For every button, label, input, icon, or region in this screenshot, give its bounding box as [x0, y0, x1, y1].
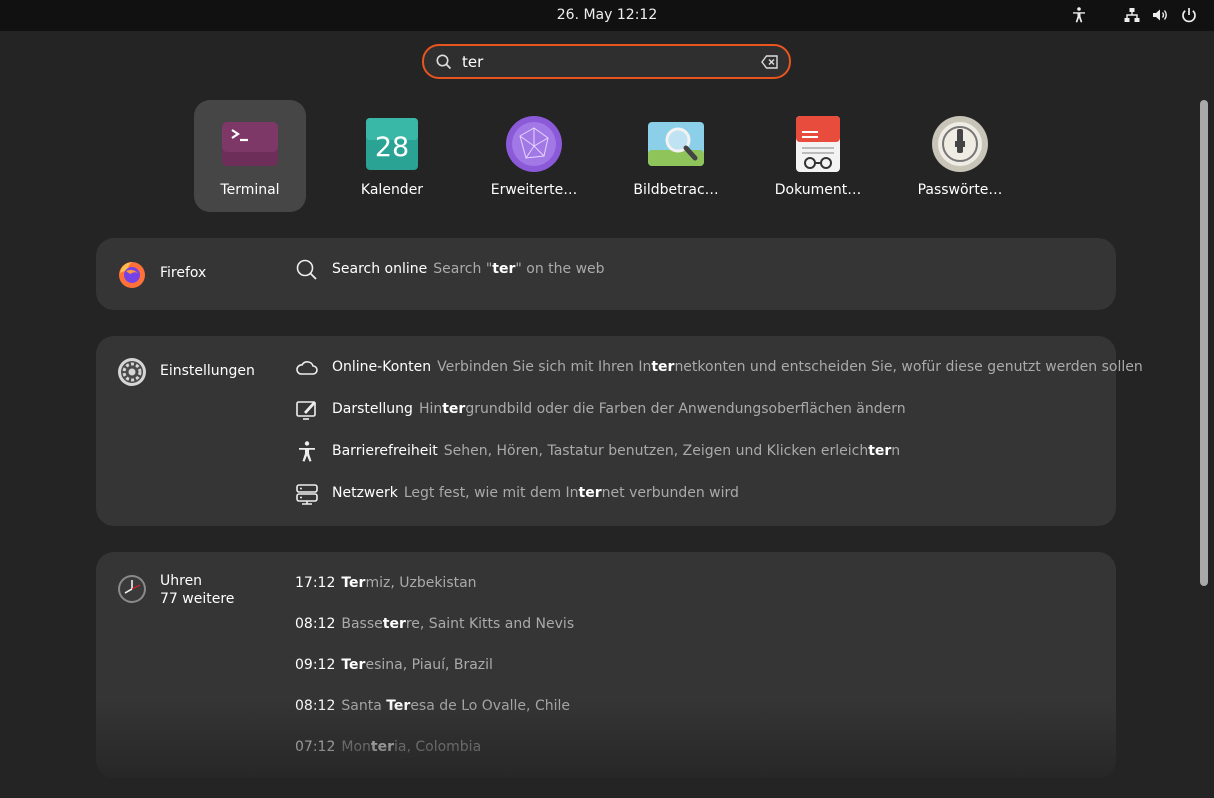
- clocks-results: Uhren 77 weitere 17:12 Termiz, Uzbekistan…: [96, 552, 1116, 778]
- volume-icon[interactable]: [1151, 6, 1169, 24]
- calendar-icon: 28: [366, 118, 418, 170]
- app-extensions[interactable]: Erweiterte…: [478, 100, 590, 212]
- accessibility-icon: [299, 441, 315, 462]
- settings-icon: [118, 358, 146, 386]
- result-desc: n: [891, 443, 901, 459]
- app-label: Bildbetrac…: [633, 182, 719, 198]
- clock-time: 07:12: [295, 739, 336, 755]
- result-title: Darstellung: [332, 401, 413, 417]
- match-highlight: ter: [578, 485, 602, 501]
- appearance-icon: [296, 401, 316, 420]
- provider-more-count[interactable]: 77 weitere: [160, 591, 234, 607]
- clock-place: esa de Lo Ovalle, Chile: [410, 698, 570, 714]
- match-highlight: ter: [868, 443, 892, 459]
- network-icon[interactable]: [1123, 6, 1141, 24]
- clock-result[interactable]: 09:12 Teresina, Piauí, Brazil: [295, 657, 493, 673]
- clock-place: Mon: [341, 739, 371, 755]
- cloud-icon: [296, 361, 318, 375]
- search-icon: [296, 259, 317, 280]
- result-desc: net verbunden wird: [601, 485, 739, 501]
- clock-icon: [118, 575, 146, 603]
- match-highlight: Ter: [341, 575, 366, 591]
- result-desc: " on the web: [515, 261, 605, 277]
- result-desc: Sehen, Hören, Tastatur benutzen, Zeigen …: [443, 443, 869, 459]
- app-label: Passwörte…: [917, 182, 1003, 198]
- result-desc: Hin: [418, 401, 443, 417]
- result-desc: Legt fest, wie mit dem In: [403, 485, 579, 501]
- clear-search-icon[interactable]: [761, 54, 779, 70]
- clock-time: 09:12: [295, 657, 336, 673]
- clock-place: Santa: [341, 698, 387, 714]
- provider-name: Uhren: [160, 573, 203, 589]
- result-title: Online-Konten: [332, 359, 432, 375]
- match-highlight: Ter: [341, 657, 366, 673]
- terminal-icon: [222, 122, 278, 166]
- result-desc: grundbild oder die Farben der Anwendungs…: [465, 401, 906, 417]
- app-label: Dokument…: [774, 182, 862, 198]
- network-icon: [296, 484, 318, 505]
- clock-time: 08:12: [295, 616, 336, 632]
- passwords-icon: [932, 116, 988, 172]
- clock-time: 08:12: [295, 698, 336, 714]
- calendar-day: 28: [375, 132, 409, 163]
- match-highlight: ter: [651, 359, 675, 375]
- app-image-viewer[interactable]: Bildbetrac…: [620, 100, 732, 212]
- extensions-icon: [506, 116, 562, 172]
- provider-name: Einstellungen: [160, 363, 255, 379]
- match-highlight: ter: [492, 261, 516, 277]
- app-calendar[interactable]: 28 Kalender: [336, 100, 448, 212]
- settings-results: Einstellungen Online-Konten Verbinden Sie…: [96, 336, 1143, 526]
- app-results: Terminal 28 Kalender Erweiterte… Bildbet…: [194, 100, 1054, 212]
- clock-place: miz, Uzbekistan: [365, 575, 477, 591]
- clock-place: re, Saint Kitts and Nevis: [405, 616, 575, 632]
- firefox-results: Firefox Search online Search "ter" on the…: [96, 238, 1116, 310]
- accessibility-icon[interactable]: [1070, 6, 1088, 24]
- top-bar: 26. May 12:12: [0, 0, 1214, 31]
- search-entry[interactable]: [422, 44, 791, 79]
- search-input[interactable]: [462, 50, 742, 74]
- image-viewer-icon: [648, 122, 704, 166]
- search-icon: [436, 54, 452, 70]
- clock-result[interactable]: 08:12 Santa Teresa de Lo Ovalle, Chile: [295, 698, 570, 714]
- app-document-viewer[interactable]: Dokument…: [762, 100, 874, 212]
- match-highlight: Ter: [386, 698, 411, 714]
- clock-date[interactable]: 26. May 12:12: [0, 7, 1214, 23]
- document-viewer-icon: [796, 116, 840, 172]
- result-title: Search online: [332, 261, 428, 277]
- clock-place: Basse: [341, 616, 383, 632]
- clock-place: esina, Piauí, Brazil: [365, 657, 493, 673]
- result-desc: netkonten und entscheiden Sie, wofür die…: [674, 359, 1143, 375]
- app-label: Terminal: [220, 182, 280, 198]
- result-title: Barrierefreiheit: [332, 443, 438, 459]
- app-label: Erweiterte…: [490, 182, 578, 198]
- result-desc: Verbinden Sie sich mit Ihren In: [437, 359, 652, 375]
- provider-name: Firefox: [160, 265, 207, 281]
- firefox-icon: [119, 262, 145, 288]
- app-passwords[interactable]: Passwörte…: [904, 100, 1016, 212]
- match-highlight: ter: [442, 401, 466, 417]
- result-desc: Search ": [433, 261, 493, 277]
- clock-result[interactable]: 07:12 Monteria, Colombia: [295, 739, 481, 755]
- result-title: Netzwerk: [332, 485, 398, 501]
- app-terminal[interactable]: Terminal: [194, 100, 306, 212]
- results-scrollbar[interactable]: [1200, 100, 1208, 586]
- app-label: Kalender: [360, 182, 424, 198]
- match-highlight: ter: [370, 739, 394, 755]
- match-highlight: ter: [382, 616, 406, 632]
- clock-result[interactable]: 17:12 Termiz, Uzbekistan: [295, 575, 477, 591]
- clock-place: ia, Colombia: [393, 739, 482, 755]
- clock-result[interactable]: 08:12 Basseterre, Saint Kitts and Nevis: [295, 616, 574, 632]
- clock-time: 17:12: [295, 575, 336, 591]
- power-icon[interactable]: [1180, 6, 1198, 24]
